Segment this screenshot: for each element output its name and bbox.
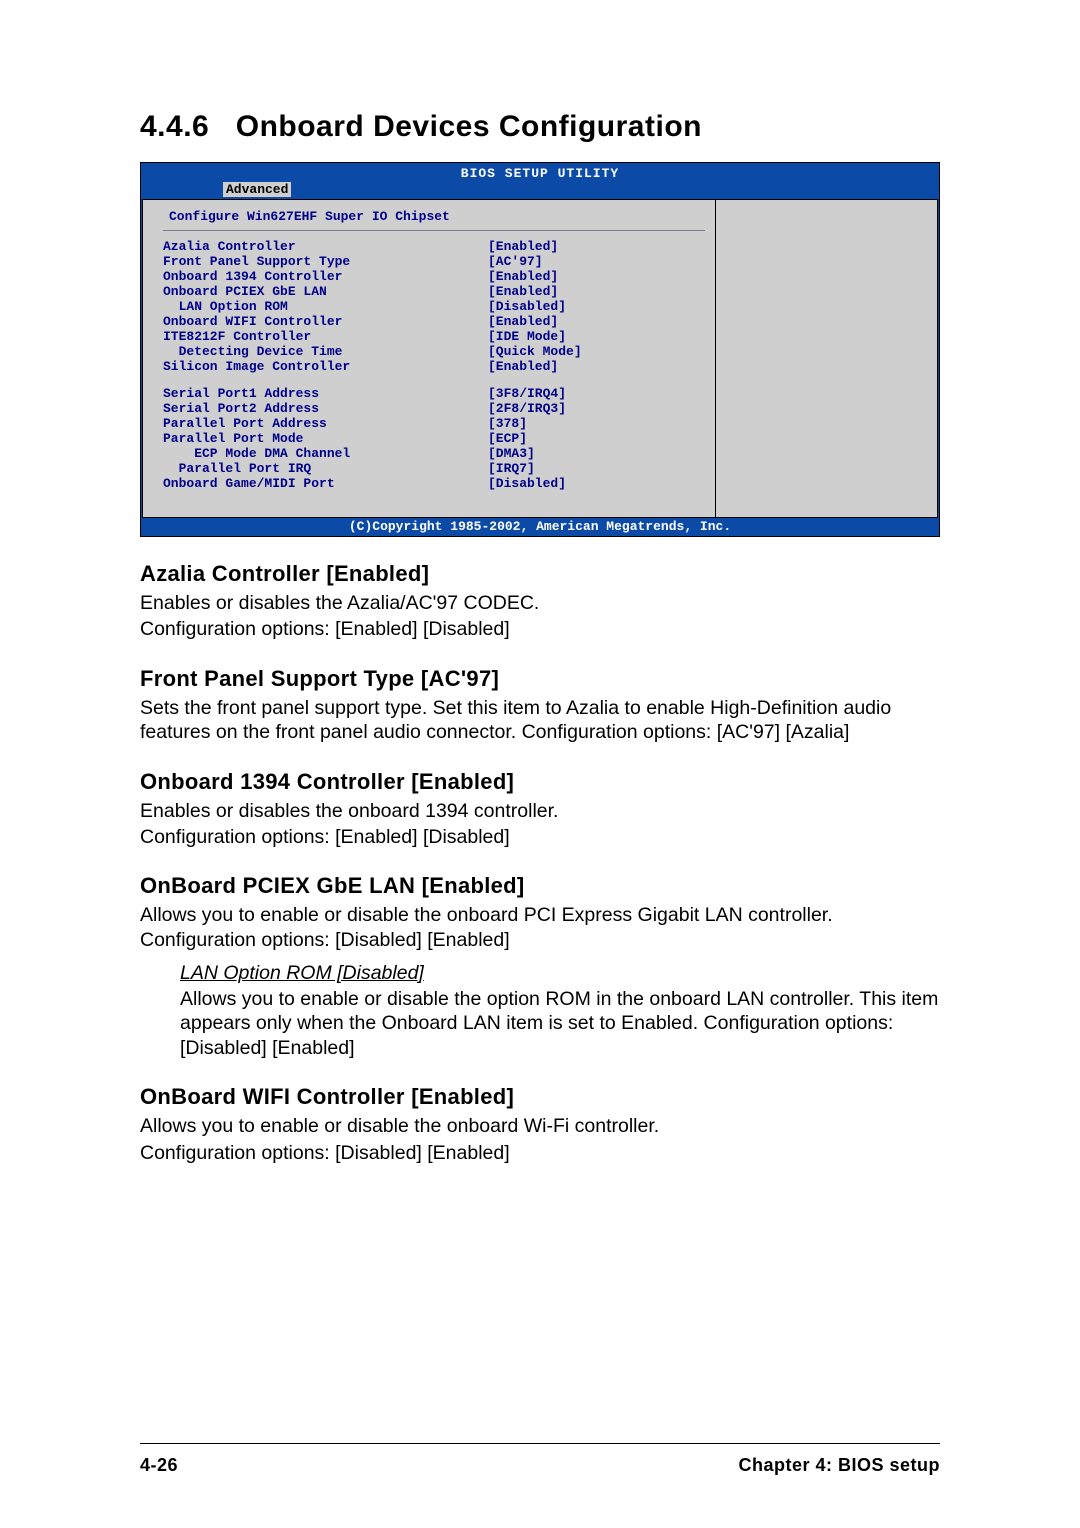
- doc-section: Onboard 1394 Controller [Enabled] Enables…: [140, 769, 940, 850]
- doc-section: OnBoard PCIEX GbE LAN [Enabled] Allows yo…: [140, 873, 940, 1060]
- bios-setting-value[interactable]: [Enabled]: [488, 269, 558, 284]
- bios-body: Configure Win627EHF Super IO Chipset Aza…: [142, 199, 938, 518]
- chapter-label: Chapter 4: BIOS setup: [738, 1455, 940, 1476]
- doc-paragraph: Configuration options: [Enabled] [Disabl…: [140, 825, 940, 849]
- bios-setting-row[interactable]: Front Panel Support Type[AC'97]: [163, 254, 705, 269]
- bios-setting-row[interactable]: Parallel Port IRQ[IRQ7]: [163, 461, 705, 476]
- bios-setting-label: Front Panel Support Type: [163, 254, 488, 269]
- bios-setting-label: ECP Mode DMA Channel: [163, 446, 488, 461]
- bios-setting-label: Onboard Game/MIDI Port: [163, 476, 488, 491]
- bios-setting-label: LAN Option ROM: [163, 299, 488, 314]
- bios-setting-label: Onboard WIFI Controller: [163, 314, 488, 329]
- bios-setting-label: Parallel Port IRQ: [163, 461, 488, 476]
- bios-setting-value[interactable]: [3F8/IRQ4]: [488, 386, 566, 401]
- bios-setting-value[interactable]: [Disabled]: [488, 476, 566, 491]
- page-number: 4-26: [140, 1455, 178, 1476]
- bios-setting-value[interactable]: [Enabled]: [488, 359, 558, 374]
- doc-section-heading: Azalia Controller [Enabled]: [140, 561, 940, 587]
- bios-setting-value[interactable]: [Quick Mode]: [488, 344, 582, 359]
- bios-setting-row[interactable]: Onboard WIFI Controller[Enabled]: [163, 314, 705, 329]
- bios-setting-row[interactable]: Parallel Port Address[378]: [163, 416, 705, 431]
- doc-paragraph: Enables or disables the Azalia/AC'97 COD…: [140, 591, 940, 615]
- doc-paragraph: Configuration options: [Enabled] [Disabl…: [140, 617, 940, 641]
- doc-section-heading: OnBoard WIFI Controller [Enabled]: [140, 1084, 940, 1110]
- doc-paragraph: Enables or disables the onboard 1394 con…: [140, 799, 940, 823]
- bios-setting-label: Detecting Device Time: [163, 344, 488, 359]
- doc-subsection-heading: LAN Option ROM [Disabled]: [180, 962, 940, 985]
- section-heading: 4.4.6 Onboard Devices Configuration: [140, 110, 940, 144]
- document-body: Azalia Controller [Enabled] Enables or di…: [140, 561, 940, 1165]
- bios-setting-row[interactable]: Serial Port1 Address[3F8/IRQ4]: [163, 386, 705, 401]
- bios-setting-value[interactable]: [DMA3]: [488, 446, 535, 461]
- bios-setting-label: Azalia Controller: [163, 239, 488, 254]
- bios-setting-row[interactable]: Detecting Device Time[Quick Mode]: [163, 344, 705, 359]
- bios-settings-group-2: Serial Port1 Address[3F8/IRQ4]Serial Por…: [163, 386, 705, 491]
- bios-setting-value[interactable]: [Disabled]: [488, 299, 566, 314]
- bios-setting-value[interactable]: [378]: [488, 416, 527, 431]
- doc-section-heading: Front Panel Support Type [AC'97]: [140, 666, 940, 692]
- doc-paragraph: Allows you to enable or disable the onbo…: [140, 903, 940, 952]
- bios-setting-label: Serial Port2 Address: [163, 401, 488, 416]
- tab-advanced[interactable]: Advanced: [223, 182, 291, 197]
- bios-setting-value[interactable]: [IRQ7]: [488, 461, 535, 476]
- bios-setting-label: ITE8212F Controller: [163, 329, 488, 344]
- bios-setting-label: Onboard PCIEX GbE LAN: [163, 284, 488, 299]
- doc-section: Azalia Controller [Enabled] Enables or di…: [140, 561, 940, 642]
- bios-subtitle: Configure Win627EHF Super IO Chipset: [163, 206, 705, 231]
- bios-setting-row[interactable]: Onboard Game/MIDI Port[Disabled]: [163, 476, 705, 491]
- doc-subsection: LAN Option ROM [Disabled]Allows you to e…: [140, 962, 940, 1060]
- bios-setting-label: Parallel Port Mode: [163, 431, 488, 446]
- bios-setting-value[interactable]: [Enabled]: [488, 239, 558, 254]
- section-number: 4.4.6: [140, 110, 209, 143]
- doc-paragraph: Configuration options: [Disabled] [Enabl…: [140, 1141, 940, 1165]
- bios-setting-label: Onboard 1394 Controller: [163, 269, 488, 284]
- bios-setting-row[interactable]: Onboard PCIEX GbE LAN[Enabled]: [163, 284, 705, 299]
- doc-section: Front Panel Support Type [AC'97] Sets the…: [140, 666, 940, 745]
- bios-setting-label: Parallel Port Address: [163, 416, 488, 431]
- doc-paragraph: Allows you to enable or disable the onbo…: [140, 1114, 940, 1138]
- doc-paragraph: Sets the front panel support type. Set t…: [140, 696, 940, 745]
- bios-setting-value[interactable]: [ECP]: [488, 431, 527, 446]
- bios-setting-label: Serial Port1 Address: [163, 386, 488, 401]
- bios-title: BIOS SETUP UTILITY: [141, 163, 939, 182]
- bios-setting-label: Silicon Image Controller: [163, 359, 488, 374]
- bios-help-pane: [715, 200, 937, 517]
- bios-settings-group-1: Azalia Controller[Enabled]Front Panel Su…: [163, 239, 705, 374]
- bios-group-gap: [163, 374, 705, 386]
- bios-setting-row[interactable]: ECP Mode DMA Channel[DMA3]: [163, 446, 705, 461]
- bios-setting-row[interactable]: Azalia Controller[Enabled]: [163, 239, 705, 254]
- bios-setting-row[interactable]: ITE8212F Controller[IDE Mode]: [163, 329, 705, 344]
- bios-setting-row[interactable]: Silicon Image Controller[Enabled]: [163, 359, 705, 374]
- bios-setting-value[interactable]: [Enabled]: [488, 284, 558, 299]
- bios-setting-row[interactable]: Serial Port2 Address[2F8/IRQ3]: [163, 401, 705, 416]
- bios-setting-row[interactable]: Parallel Port Mode[ECP]: [163, 431, 705, 446]
- doc-section-heading: OnBoard PCIEX GbE LAN [Enabled]: [140, 873, 940, 899]
- page-footer: 4-26 Chapter 4: BIOS setup: [140, 1455, 940, 1476]
- doc-paragraph: Allows you to enable or disable the opti…: [180, 987, 940, 1060]
- doc-section-heading: Onboard 1394 Controller [Enabled]: [140, 769, 940, 795]
- bios-left-pane: Configure Win627EHF Super IO Chipset Aza…: [143, 200, 715, 517]
- bios-tab-row: Advanced: [141, 182, 939, 199]
- manual-page: 4.4.6 Onboard Devices Configuration BIOS…: [0, 0, 1080, 1528]
- bios-setting-row[interactable]: LAN Option ROM[Disabled]: [163, 299, 705, 314]
- bios-setting-value[interactable]: [IDE Mode]: [488, 329, 566, 344]
- doc-section: OnBoard WIFI Controller [Enabled] Allows …: [140, 1084, 940, 1165]
- bios-copyright: (C)Copyright 1985-2002, American Megatre…: [141, 518, 939, 536]
- bios-setting-value[interactable]: [Enabled]: [488, 314, 558, 329]
- bios-setting-row[interactable]: Onboard 1394 Controller[Enabled]: [163, 269, 705, 284]
- bios-screenshot: BIOS SETUP UTILITY Advanced Configure Wi…: [140, 162, 940, 537]
- bios-setting-value[interactable]: [AC'97]: [488, 254, 543, 269]
- section-title-text: Onboard Devices Configuration: [236, 110, 702, 143]
- bios-setting-value[interactable]: [2F8/IRQ3]: [488, 401, 566, 416]
- footer-divider: [140, 1443, 940, 1444]
